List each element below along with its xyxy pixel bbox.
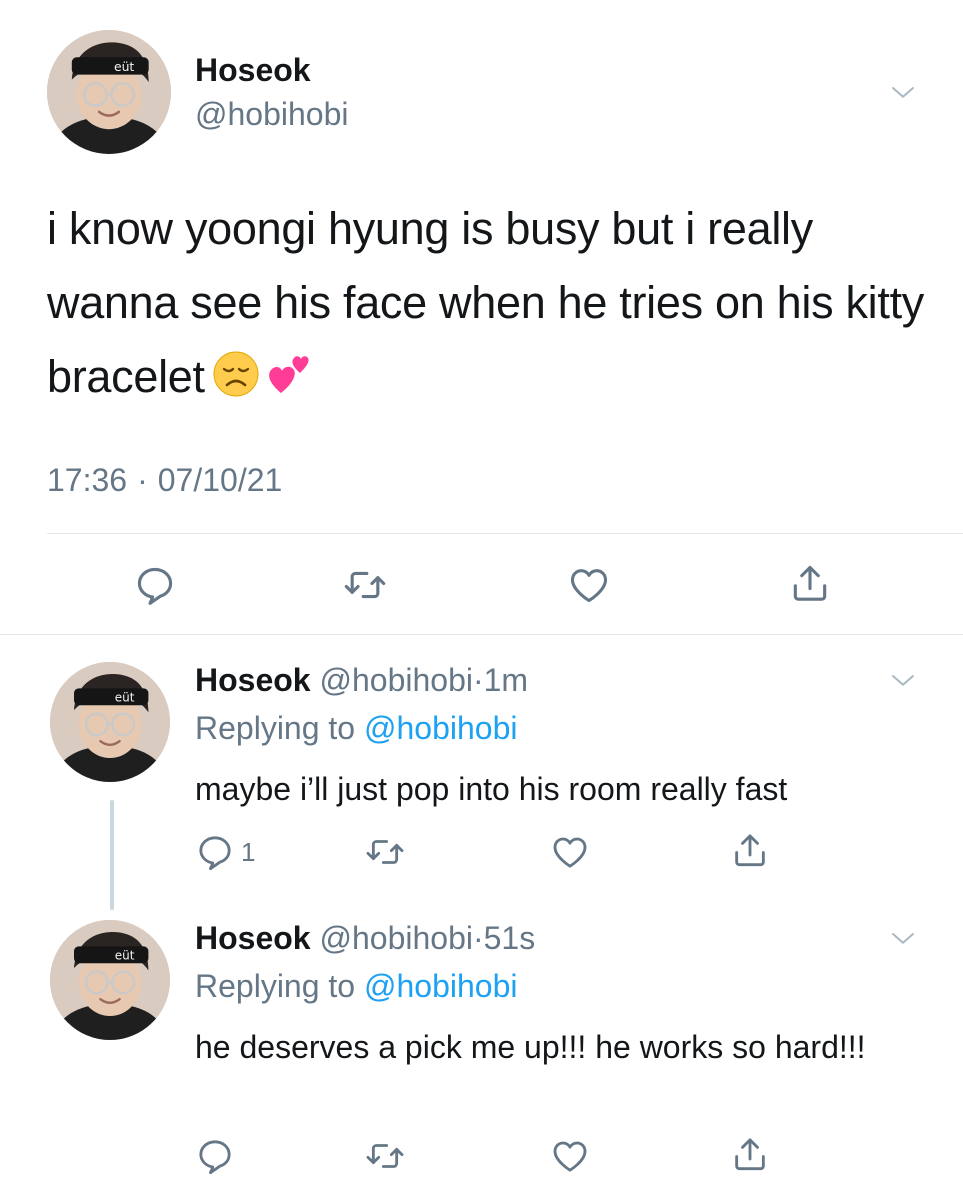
share-button[interactable]: [788, 561, 832, 605]
author-name[interactable]: Hoseok: [195, 920, 311, 956]
share-icon: [730, 830, 770, 870]
reply-text: he deserves a pick me up!!! he works so …: [195, 1029, 866, 1065]
heart-icon: [550, 832, 590, 872]
retweet-button[interactable]: [365, 832, 405, 872]
tweet-date: 07/10/21: [157, 462, 283, 498]
reply-button[interactable]: [133, 563, 177, 607]
replying-to-label: Replying to: [195, 968, 356, 1004]
author-handle[interactable]: @hobihobi: [319, 662, 472, 698]
avatar-image: [47, 30, 171, 154]
reply-header: Hoseok @hobihobi·51s: [195, 920, 535, 957]
tweet-body: i know yoongi hyung is busy but i really…: [47, 203, 924, 402]
reply-header: Hoseok @hobihobi·1m: [195, 662, 528, 699]
divider: [0, 634, 963, 635]
tweet-time: 17:36: [47, 462, 128, 498]
author-handle[interactable]: @hobihobi: [319, 920, 472, 956]
avatar[interactable]: [50, 662, 170, 782]
heart-icon: [567, 563, 611, 607]
retweet-icon: [343, 563, 387, 607]
retweet-button[interactable]: [343, 563, 387, 607]
retweet-icon: [365, 832, 405, 872]
like-button[interactable]: [567, 563, 611, 607]
reply-icon: [195, 832, 235, 872]
reply-text: maybe i’ll just pop into his room really…: [195, 771, 788, 807]
replying-to: Replying to @hobihobi: [195, 968, 517, 1005]
tweet-timestamp[interactable]: 17:36 · 07/10/21: [47, 462, 282, 499]
reply-time[interactable]: 51s: [484, 920, 536, 956]
retweet-icon: [365, 1136, 405, 1176]
author-name[interactable]: Hoseok: [195, 662, 311, 698]
share-button[interactable]: [730, 830, 770, 870]
reply-count: 1: [241, 836, 256, 867]
avatar[interactable]: [50, 920, 170, 1040]
tweet-text: i know yoongi hyung is busy but i really…: [47, 192, 937, 414]
replying-to-link[interactable]: @hobihobi: [364, 968, 517, 1004]
chevron-down-icon[interactable]: [886, 924, 920, 954]
timestamp-separator: ·: [472, 920, 484, 956]
disappointed-face-icon: [211, 349, 261, 399]
replying-to-link[interactable]: @hobihobi: [364, 710, 517, 746]
author-name[interactable]: Hoseok: [195, 52, 311, 89]
reply-button[interactable]: [195, 1136, 235, 1176]
two-hearts-icon: [265, 349, 315, 399]
reply-icon: [195, 1136, 235, 1176]
share-icon: [788, 561, 832, 605]
share-button[interactable]: [730, 1134, 770, 1174]
reply-button[interactable]: 1: [195, 832, 255, 872]
thread-connector-line: [110, 800, 114, 910]
like-button[interactable]: [550, 1136, 590, 1176]
reply-icon: [133, 563, 177, 607]
heart-icon: [550, 1136, 590, 1176]
avatar-image: [50, 662, 170, 782]
share-icon: [730, 1134, 770, 1174]
retweet-button[interactable]: [365, 1136, 405, 1176]
avatar-image: [50, 920, 170, 1040]
chevron-down-icon[interactable]: [886, 78, 920, 108]
replying-to: Replying to @hobihobi: [195, 710, 517, 747]
replying-to-label: Replying to: [195, 710, 356, 746]
avatar[interactable]: [47, 30, 171, 154]
like-button[interactable]: [550, 832, 590, 872]
timestamp-separator: ·: [472, 662, 484, 698]
timestamp-separator: ·: [137, 462, 148, 498]
author-handle[interactable]: @hobihobi: [195, 96, 348, 133]
divider: [47, 533, 963, 534]
reply-time[interactable]: 1m: [484, 662, 528, 698]
chevron-down-icon[interactable]: [886, 666, 920, 696]
